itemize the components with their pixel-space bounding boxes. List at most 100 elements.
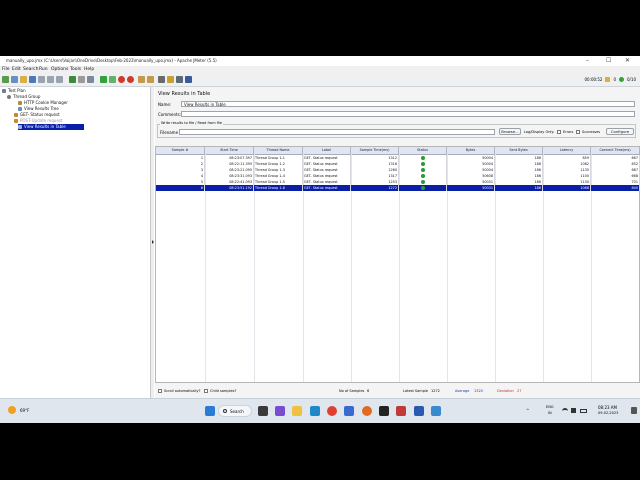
- success-check-icon: [420, 168, 425, 172]
- column-header[interactable]: Latency: [543, 147, 591, 154]
- minimize-button[interactable]: –: [586, 57, 589, 64]
- zoom-icon[interactable]: [414, 406, 424, 416]
- warning-count: 0: [613, 77, 617, 82]
- expand-icon[interactable]: [69, 76, 76, 83]
- successes-checkbox[interactable]: [576, 130, 580, 134]
- collapse-icon[interactable]: [78, 76, 85, 83]
- child-samples-checkbox[interactable]: [204, 389, 208, 393]
- app-icon-2[interactable]: [431, 406, 441, 416]
- summary-footer: Scroll automatically? Child samples? No …: [155, 384, 640, 398]
- column-header[interactable]: Sample Time(ms): [351, 147, 399, 154]
- menu-help[interactable]: Help: [84, 67, 94, 72]
- taskbar-search-label: Search: [230, 409, 244, 414]
- tree-node-view-results-table[interactable]: View Results in Table: [18, 124, 84, 130]
- help-icon[interactable]: [185, 76, 192, 83]
- test-plan-icon: [2, 89, 6, 93]
- store-icon[interactable]: [344, 406, 354, 416]
- errors-checkbox[interactable]: [557, 130, 561, 134]
- table-cell: Thread Group 1-6: [254, 185, 303, 191]
- menu-search[interactable]: Search: [23, 67, 38, 72]
- wifi-icon[interactable]: [562, 408, 568, 413]
- cut-icon[interactable]: [38, 76, 45, 83]
- table-row[interactable]: 6 08:23:51.192 Thread Group 1-6 GET- Status…: [156, 185, 640, 191]
- table-icon: [18, 125, 22, 129]
- close-button[interactable]: ✕: [625, 57, 630, 64]
- menu-tools[interactable]: Tools: [70, 67, 81, 72]
- latest-sample-label: Latest Sample: [403, 389, 429, 393]
- splitter[interactable]: [151, 87, 154, 423]
- samples-label: No of Samples: [339, 389, 365, 393]
- success-check-icon: [420, 186, 425, 190]
- menu-file[interactable]: File: [2, 67, 10, 72]
- save-icon[interactable]: [29, 76, 36, 83]
- edge-icon[interactable]: [310, 406, 320, 416]
- table-cell: 1068: [543, 185, 591, 191]
- new-icon[interactable]: [2, 76, 9, 83]
- start-menu-icon[interactable]: [205, 406, 215, 416]
- copy-icon[interactable]: [47, 76, 54, 83]
- taskbar-search[interactable]: Search: [218, 405, 252, 417]
- function-helper-icon[interactable]: [176, 76, 183, 83]
- language-bottom[interactable]: IN: [548, 411, 552, 415]
- menu-options[interactable]: Options: [51, 67, 68, 72]
- column-header[interactable]: Thread Name: [254, 147, 303, 154]
- column-header[interactable]: Sent Bytes: [495, 147, 543, 154]
- column-header[interactable]: Label: [303, 147, 351, 154]
- jmeter-taskbar-icon[interactable]: [396, 406, 406, 416]
- weather-icon[interactable]: [8, 406, 16, 414]
- paste-icon[interactable]: [56, 76, 63, 83]
- language-top[interactable]: ENG: [546, 405, 554, 409]
- menu-bar: File Edit Search Run Options Tools Help: [0, 66, 640, 74]
- file-explorer-icon[interactable]: [292, 406, 302, 416]
- warning-icon[interactable]: [605, 77, 611, 82]
- open-icon[interactable]: [20, 76, 27, 83]
- maximize-button[interactable]: ☐: [606, 57, 611, 64]
- browse-button[interactable]: Browse...: [499, 128, 521, 135]
- stop-icon[interactable]: [118, 76, 125, 83]
- column-header[interactable]: Connect Time(ms): [591, 147, 640, 154]
- task-view-icon[interactable]: [258, 406, 268, 416]
- chrome-icon[interactable]: [327, 406, 337, 416]
- menu-edit[interactable]: Edit: [12, 67, 21, 72]
- search-icon: [223, 409, 227, 413]
- clock-time[interactable]: 08:23 AM: [598, 405, 617, 410]
- volume-icon[interactable]: [571, 408, 576, 413]
- toggle-icon[interactable]: [87, 76, 94, 83]
- pencil-icon: [14, 119, 18, 123]
- clear-icon[interactable]: [138, 76, 145, 83]
- start-no-pause-icon[interactable]: [109, 76, 116, 83]
- clock-date[interactable]: 09-02-2023: [598, 411, 618, 415]
- pencil-icon: [14, 113, 18, 117]
- child-samples-label: Child samples?: [210, 389, 237, 393]
- chat-icon[interactable]: [275, 406, 285, 416]
- comments-field[interactable]: [181, 111, 635, 117]
- table-cell: 50031: [447, 185, 495, 191]
- notification-icon[interactable]: [631, 407, 637, 414]
- latest-sample-value: 1272: [431, 389, 440, 393]
- scroll-checkbox[interactable]: [158, 389, 162, 393]
- firefox-icon[interactable]: [362, 406, 372, 416]
- reset-search-icon[interactable]: [167, 76, 174, 83]
- configure-button[interactable]: Configure: [606, 128, 634, 135]
- samples-value: 6: [367, 389, 370, 393]
- tray-chevron-icon[interactable]: ^: [526, 408, 529, 413]
- comments-label: Comments:: [158, 112, 182, 117]
- templates-icon[interactable]: [11, 76, 18, 83]
- splitter-arrow-icon[interactable]: [152, 240, 154, 244]
- column-header[interactable]: Sample #: [156, 147, 205, 154]
- column-header[interactable]: Status: [399, 147, 447, 154]
- column-header[interactable]: Start Time: [205, 147, 254, 154]
- filename-input[interactable]: [179, 129, 495, 135]
- successes-label: Successes: [582, 130, 601, 134]
- app-icon[interactable]: [379, 406, 389, 416]
- menu-run[interactable]: Run: [39, 67, 48, 72]
- shutdown-icon[interactable]: [127, 76, 134, 83]
- name-field[interactable]: View Results in Table: [181, 101, 635, 107]
- search-icon[interactable]: [158, 76, 165, 83]
- column-header[interactable]: Bytes: [447, 147, 495, 154]
- table-header: Sample # Start Time Thread Name Label Sample…: [156, 147, 640, 155]
- gear-icon: [7, 95, 11, 99]
- battery-icon[interactable]: [580, 409, 587, 413]
- clear-all-icon[interactable]: [147, 76, 154, 83]
- start-icon[interactable]: [100, 76, 107, 83]
